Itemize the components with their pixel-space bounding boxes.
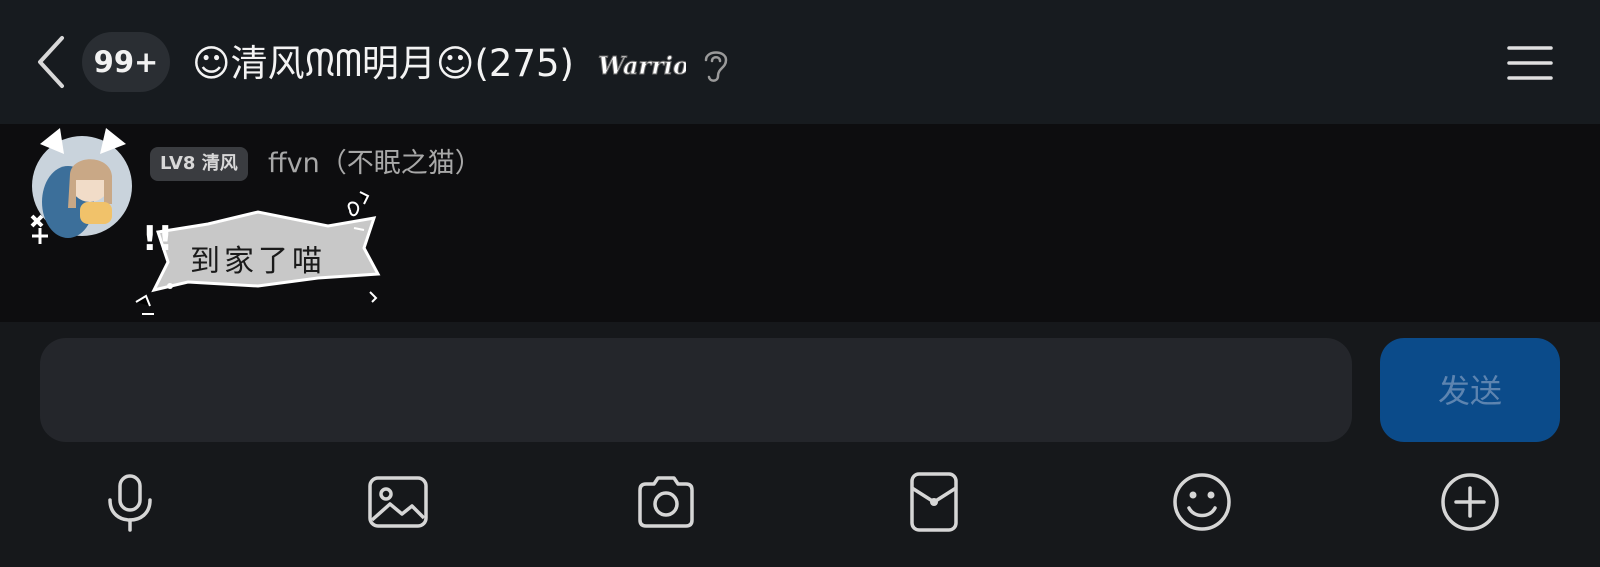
camera-button[interactable] <box>634 470 698 534</box>
emoji-icon <box>1173 473 1231 531</box>
emoji-button[interactable] <box>1170 470 1234 534</box>
warrior-badge-icon: Warrior <box>598 51 687 81</box>
back-button[interactable] <box>28 32 76 92</box>
sender-name[interactable]: ffvn（不眠之猫） <box>268 144 482 184</box>
sticker-text: 到家了喵 <box>190 244 326 279</box>
hamburger-menu-icon <box>1507 46 1553 80</box>
avatar[interactable] <box>20 124 140 248</box>
message-input[interactable] <box>40 338 1352 442</box>
image-button[interactable] <box>366 470 430 534</box>
red-packet-button[interactable] <box>902 470 966 534</box>
member-level-badge: LV8 清风 <box>150 147 248 181</box>
ear-icon[interactable] <box>700 44 732 84</box>
voice-button[interactable] <box>98 470 162 534</box>
group-title[interactable]: ☺清风ᙏᗰ明月☺(275) <box>192 36 574 92</box>
svg-text:Warrior: Warrior <box>598 51 686 80</box>
microphone-icon <box>108 474 152 532</box>
camera-icon <box>638 476 694 528</box>
composer: 发送 <box>0 322 1600 567</box>
plus-circle-icon <box>1441 473 1499 531</box>
more-button[interactable] <box>1438 470 1502 534</box>
message-list[interactable]: LV8 清风 ffvn（不眠之猫） !! 到家了喵 <box>0 124 1600 322</box>
chevron-left-icon <box>38 36 64 88</box>
chat-header: 99+ ☺清风ᙏᗰ明月☺(275) Warrior <box>0 0 1600 124</box>
red-packet-icon <box>910 472 958 532</box>
svg-text:!!: !! <box>142 219 173 259</box>
menu-button[interactable] <box>1505 38 1555 88</box>
image-icon <box>368 476 428 528</box>
send-button[interactable]: 发送 <box>1380 338 1560 442</box>
unread-count-badge[interactable]: 99+ <box>82 32 170 92</box>
